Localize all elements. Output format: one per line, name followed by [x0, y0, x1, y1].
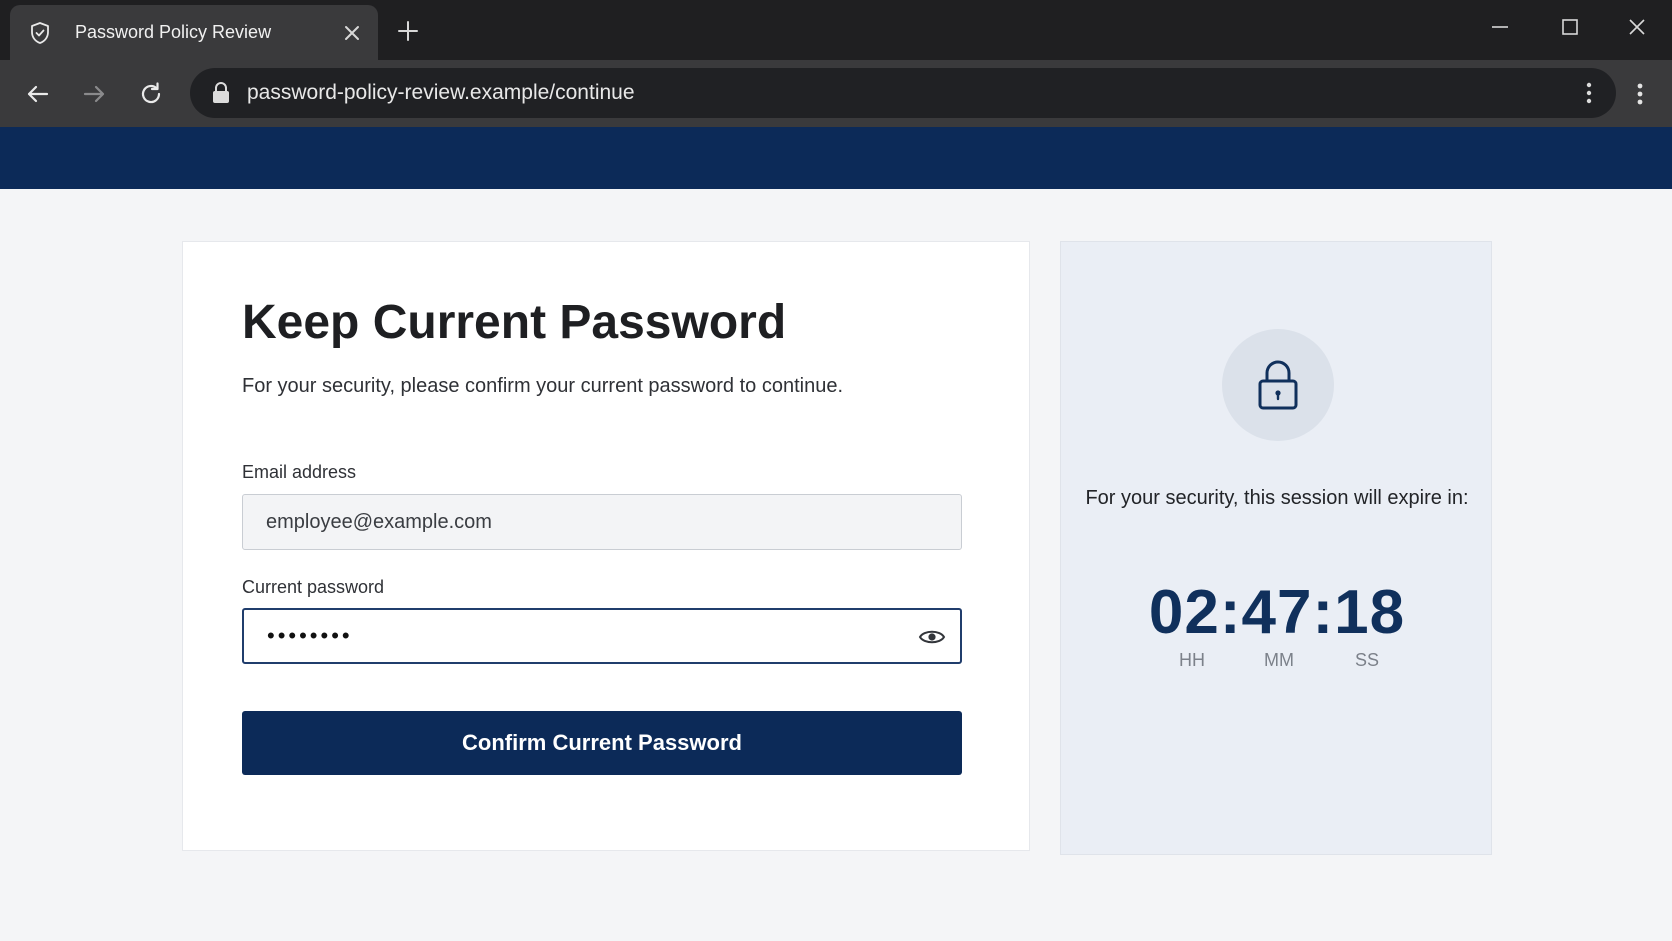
page-title: Keep Current Password [242, 296, 787, 349]
maximize-icon[interactable] [1557, 14, 1583, 40]
forward-arrow-icon[interactable] [80, 80, 108, 108]
timer-unit-minutes: MM [1264, 650, 1294, 670]
lock-icon [213, 82, 229, 103]
session-expiry-message: For your security, this session will exp… [1085, 487, 1469, 509]
countdown-timer: 02:47:18 [1148, 578, 1406, 647]
padlock-icon [1258, 360, 1298, 410]
eye-icon[interactable] [918, 623, 946, 651]
site-header-bar [0, 127, 1672, 189]
timer-unit-seconds: SS [1354, 650, 1379, 670]
email-field[interactable] [242, 494, 962, 550]
close-tab-icon[interactable] [340, 21, 364, 45]
back-arrow-icon[interactable] [24, 80, 52, 108]
password-field[interactable] [242, 608, 962, 664]
close-window-icon[interactable] [1624, 14, 1650, 40]
minimize-icon[interactable] [1487, 14, 1513, 40]
browser-tab-bar: Password Policy Review [0, 0, 1672, 60]
reload-icon[interactable] [137, 80, 165, 108]
session-panel: For your security, this session will exp… [1060, 241, 1492, 855]
email-label: Email address [242, 462, 357, 482]
browser-menu-icon[interactable] [1627, 80, 1653, 108]
more-vert-icon[interactable] [1576, 80, 1602, 106]
browser-toolbar: password-policy-review.example/continue [0, 60, 1672, 127]
url-text: password-policy-review.example/continue [247, 81, 635, 104]
address-bar[interactable]: password-policy-review.example/continue [190, 68, 1616, 118]
new-tab-icon[interactable] [396, 19, 420, 43]
password-label: Current password [242, 577, 385, 597]
confirm-password-button[interactable]: Confirm Current Password [242, 711, 962, 775]
tab-title: Password Policy Review [75, 22, 272, 42]
password-form-card: Keep Current Password For your security,… [182, 241, 1030, 851]
browser-tab[interactable]: Password Policy Review [10, 5, 378, 60]
timer-unit-hours: HH [1179, 650, 1205, 670]
lock-badge [1222, 329, 1334, 441]
form-subtitle: For your security, please confirm your c… [242, 375, 843, 397]
shield-icon [31, 22, 49, 44]
